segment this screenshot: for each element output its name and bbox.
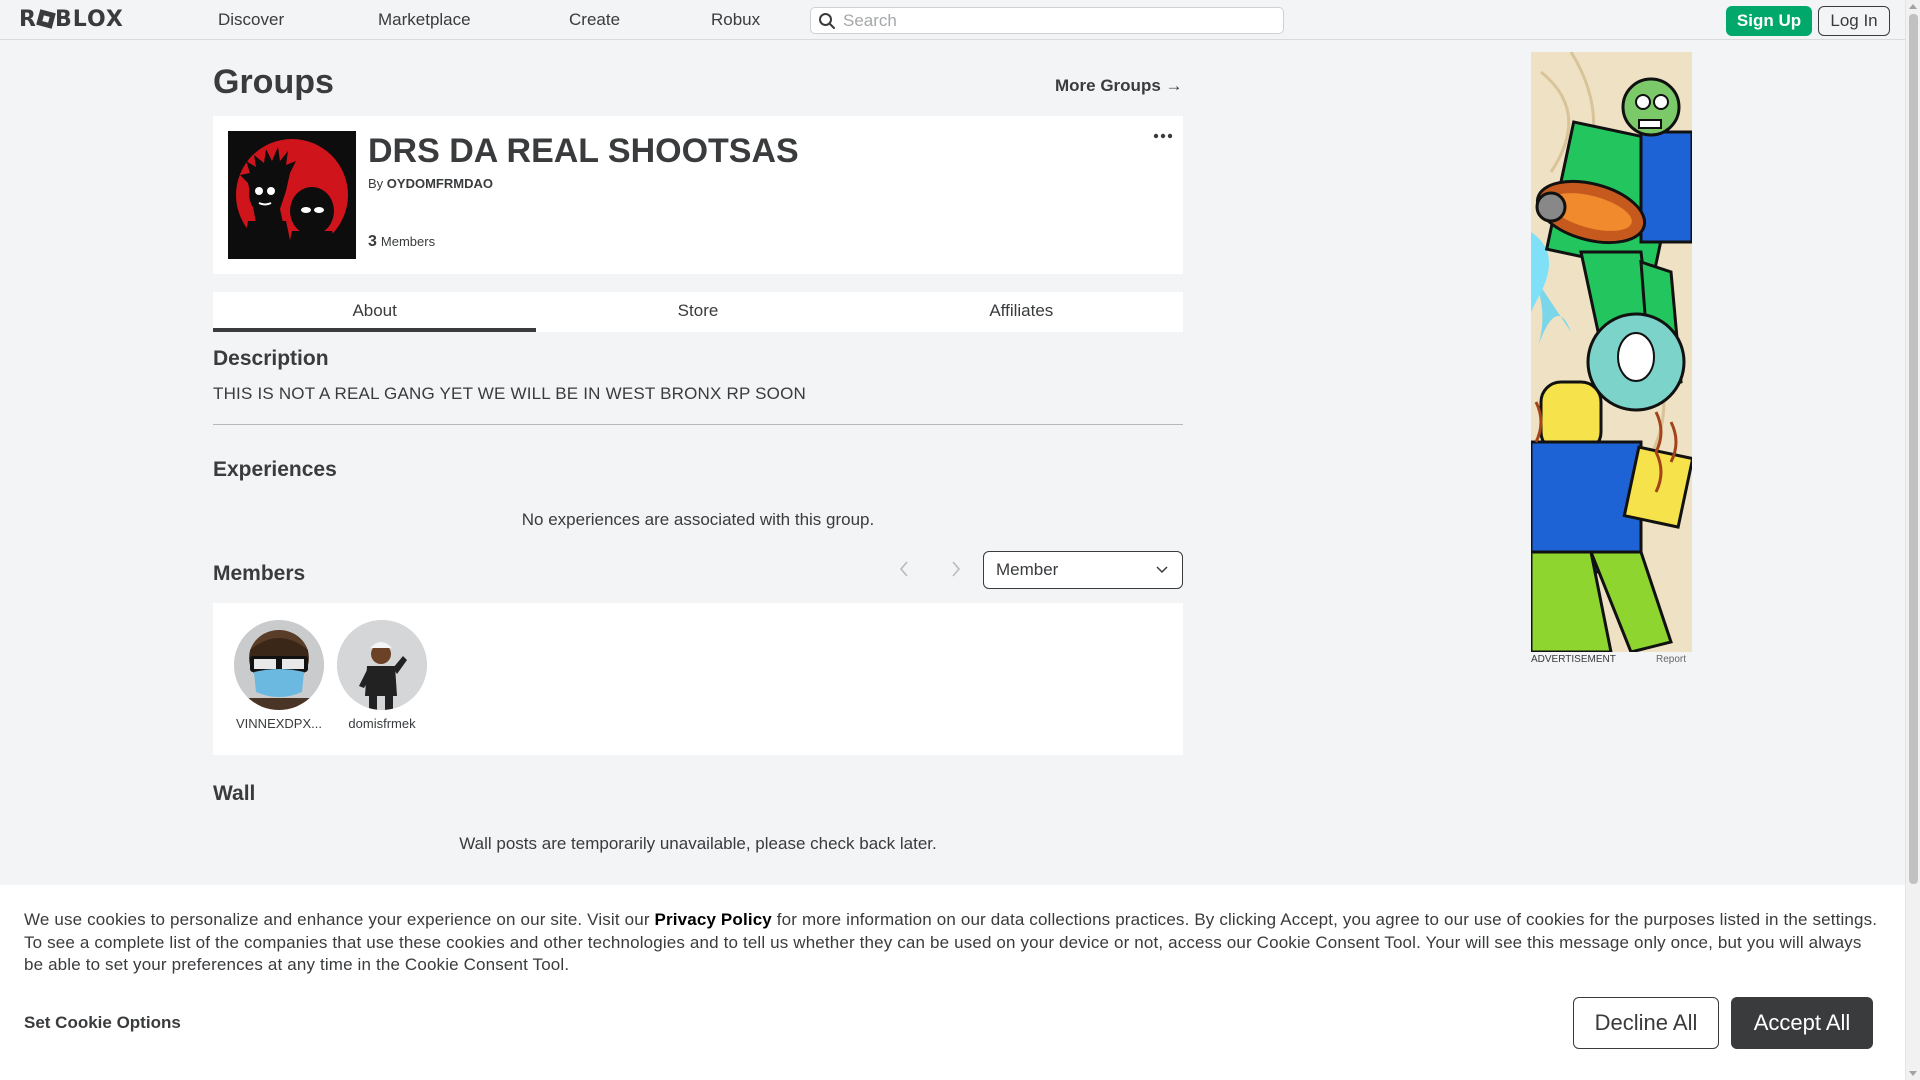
group-name: DRS DA REAL SHOOTSAS: [368, 132, 799, 170]
scroll-down-arrow-icon[interactable]: [1909, 1071, 1917, 1076]
description-text: THIS IS NOT A REAL GANG YET WE WILL BE I…: [213, 384, 806, 403]
advertisement-banner[interactable]: [1531, 52, 1692, 652]
top-navigation-bar: R BLOX Discover Marketplace Create Robux …: [0, 0, 1905, 40]
wall-empty-text: Wall posts are temporarily unavailable, …: [459, 834, 937, 853]
tab-affiliates[interactable]: Affiliates: [860, 292, 1183, 332]
description-heading: Description: [213, 347, 329, 370]
search-icon[interactable]: [818, 12, 836, 30]
nav-link-discover[interactable]: Discover: [218, 10, 284, 30]
group-owner: By OYDOMFRMDAO: [368, 176, 493, 192]
page-scrollbar[interactable]: [1905, 0, 1920, 1080]
tab-about[interactable]: About: [213, 292, 537, 332]
role-selected-value: Member: [996, 560, 1059, 579]
scrollbar-thumb[interactable]: [1909, 14, 1918, 884]
experiences-empty-text: No experiences are associated with this …: [521, 510, 875, 529]
search-box: [810, 7, 1284, 34]
decline-all-button[interactable]: Decline All: [1573, 997, 1719, 1049]
group-header-card: DRS DA REAL SHOOTSAS By OYDOMFRMDAO 3 Mem…: [213, 116, 1183, 274]
member-avatar-graphic: [337, 620, 427, 710]
more-groups-link[interactable]: More Groups →: [1055, 76, 1183, 96]
cookie-text-intro: We use cookies to personalize and enhanc…: [24, 910, 655, 929]
section-divider: [213, 424, 1183, 425]
more-options-icon[interactable]: [1152, 131, 1174, 141]
log-in-button[interactable]: Log In: [1818, 6, 1890, 36]
logo-text-end: BLOX: [54, 7, 124, 32]
chevron-right-icon[interactable]: [950, 560, 962, 578]
cookie-consent-banner: We use cookies to personalize and enhanc…: [0, 885, 1905, 1080]
privacy-policy-link[interactable]: Privacy Policy: [655, 910, 772, 929]
group-tabs: About Store Affiliates: [213, 292, 1183, 332]
avatar[interactable]: [234, 620, 324, 710]
logo-square-icon: [36, 9, 56, 29]
chevron-left-icon[interactable]: [898, 560, 910, 578]
page-title: Groups: [213, 63, 334, 101]
logo-text-start: R: [19, 7, 37, 32]
accept-all-button[interactable]: Accept All: [1731, 997, 1873, 1049]
group-member-count: 3 Members: [368, 232, 435, 252]
nav-link-create[interactable]: Create: [569, 10, 620, 30]
arrow-right-icon: →: [1165, 76, 1183, 95]
scroll-up-arrow-icon[interactable]: [1909, 4, 1917, 9]
member-count-label: Members: [380, 234, 436, 249]
members-list: VINNEXDPX... domisfrmek: [213, 603, 1183, 755]
advertisement-label: ADVERTISEMENT: [1531, 654, 1616, 665]
ad-artwork: [1531, 52, 1692, 652]
cookie-consent-text: We use cookies to personalize and enhanc…: [24, 909, 1884, 977]
avatar[interactable]: [337, 620, 427, 710]
owner-link[interactable]: OYDOMFRMDAO: [387, 176, 493, 191]
member-name[interactable]: VINNEXDPX...: [234, 716, 324, 732]
search-input[interactable]: [843, 11, 1273, 31]
roblox-logo[interactable]: R BLOX: [19, 8, 124, 32]
owner-by-label: By: [368, 176, 384, 191]
ad-report-link[interactable]: Report: [1656, 654, 1686, 666]
sign-up-button[interactable]: Sign Up: [1726, 6, 1812, 36]
chevron-down-icon: [1156, 566, 1168, 574]
member-avatar-graphic: [234, 620, 324, 710]
tab-store[interactable]: Store: [536, 292, 859, 332]
member-name[interactable]: domisfrmek: [337, 716, 427, 732]
group-emblem-graphic: [228, 131, 356, 259]
more-groups-label: More Groups: [1055, 76, 1161, 95]
nav-link-marketplace[interactable]: Marketplace: [378, 10, 471, 30]
member-card[interactable]: VINNEXDPX...: [229, 620, 329, 732]
set-cookie-options-link[interactable]: Set Cookie Options: [24, 1013, 181, 1033]
group-emblem-image: [228, 131, 356, 259]
member-count-value: 3: [368, 233, 377, 250]
wall-heading: Wall: [213, 782, 256, 805]
member-role-dropdown[interactable]: Member: [983, 551, 1183, 589]
members-heading: Members: [213, 562, 306, 585]
experiences-heading: Experiences: [213, 458, 337, 481]
member-card[interactable]: domisfrmek: [332, 620, 432, 732]
nav-link-robux[interactable]: Robux: [711, 10, 760, 30]
